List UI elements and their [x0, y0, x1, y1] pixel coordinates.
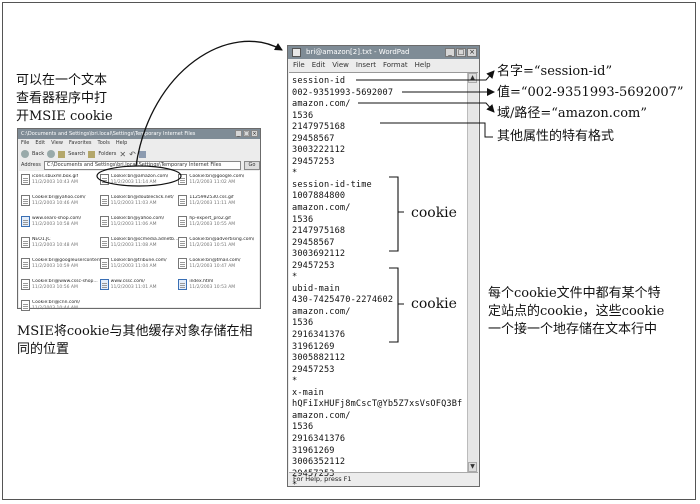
cookie-brace-1 — [389, 176, 404, 252]
highlight-oval — [96, 165, 182, 187]
cookie-brace-2 — [389, 267, 404, 343]
name-pointer — [356, 70, 495, 81]
domain-pointer — [358, 102, 495, 113]
open-arrow — [135, 40, 283, 167]
attributes-pointer — [380, 122, 493, 138]
connector-overlay — [96, 40, 495, 343]
